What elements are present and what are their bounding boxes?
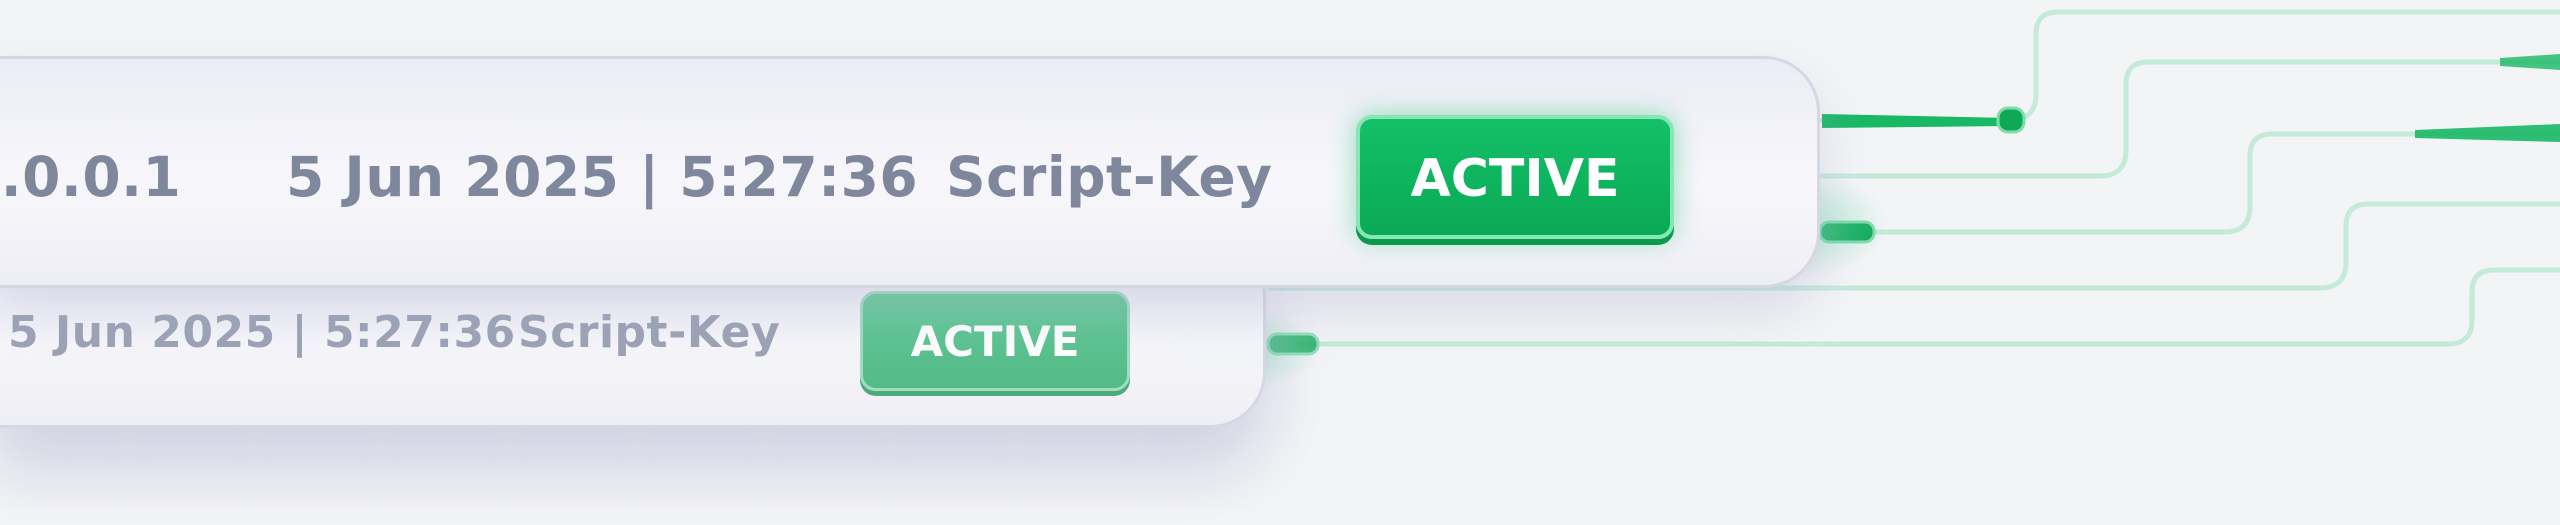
trace-line — [1819, 9, 2560, 123]
status-badge[interactable]: ACTIVE — [1356, 115, 1674, 239]
trace-spike — [1822, 114, 2010, 128]
row-key-type: Script-Key — [518, 307, 781, 358]
key-row-card[interactable]: 0.0.0.1 5 Jun 2025 | 5:27:36 Script-Key … — [0, 56, 1820, 288]
trace-line — [1867, 131, 2560, 235]
status-badge[interactable]: ACTIVE — [860, 291, 1130, 391]
trace-node — [1996, 106, 2026, 134]
row-datetime: 5 Jun 2025 | 5:27:36 — [286, 145, 919, 209]
row-ip-address: 0.0.0.1 — [0, 145, 182, 209]
row-datetime: 5 Jun 2025 | 5:27:36 — [8, 307, 516, 358]
row-key-type: Script-Key — [946, 145, 1273, 209]
trace-spike — [2415, 124, 2560, 142]
trace-spike — [2500, 54, 2560, 70]
